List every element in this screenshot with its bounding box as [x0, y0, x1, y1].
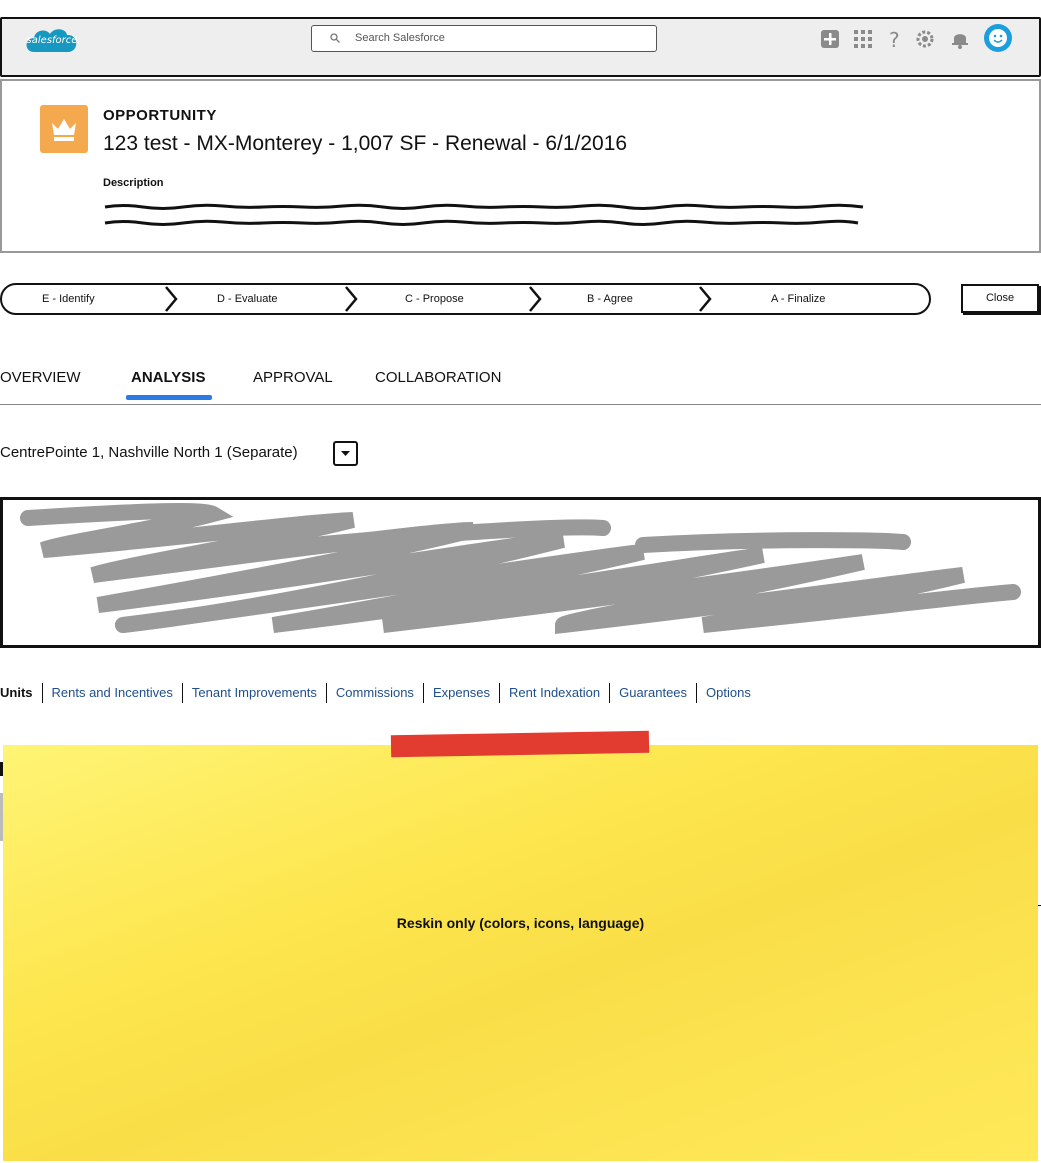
- notification-icon[interactable]: [949, 28, 971, 50]
- avatar-icon[interactable]: [983, 23, 1013, 53]
- sticky-note-tape: [390, 730, 650, 758]
- close-button[interactable]: Close: [961, 284, 1039, 313]
- analysis-subtabs: Units Rents and Incentives Tenant Improv…: [0, 683, 760, 703]
- subtab-expenses[interactable]: Expenses: [422, 683, 499, 703]
- chevron-down-icon: [341, 451, 350, 456]
- subtab-guarantees[interactable]: Guarantees: [609, 683, 696, 703]
- active-tab-indicator: [126, 395, 212, 400]
- tab-analysis[interactable]: ANALYSIS: [131, 369, 205, 386]
- subtab-commissions[interactable]: Commissions: [325, 683, 423, 703]
- search-placeholder: Search Salesforce: [355, 32, 445, 44]
- record-type: OPPORTUNITY: [103, 107, 217, 124]
- chevron-right-icon: [529, 286, 542, 312]
- path-stage-identify[interactable]: E - Identify: [42, 285, 95, 313]
- tab-approval[interactable]: APPROVAL: [253, 369, 333, 386]
- redacted-content-box: [0, 497, 1041, 648]
- path-stage-finalize[interactable]: A - Finalize: [771, 285, 825, 313]
- sticky-note: Reskin only (colors, icons, language): [3, 745, 1038, 1161]
- sales-path: E - Identify D - Evaluate C - Propose B …: [0, 283, 931, 315]
- subtab-rents-and-incentives[interactable]: Rents and Incentives: [41, 683, 182, 703]
- tabs-divider: [0, 404, 1041, 405]
- record-header: OPPORTUNITY 123 test - MX-Monterey - 1,0…: [0, 79, 1041, 253]
- search-icon: [330, 33, 340, 43]
- app-launcher-icon[interactable]: [852, 28, 874, 50]
- plus-icon[interactable]: [819, 28, 841, 50]
- property-dropdown-button[interactable]: [333, 441, 358, 466]
- crown-icon: [40, 105, 88, 153]
- help-icon[interactable]: ?: [884, 28, 906, 50]
- chevron-right-icon: [345, 286, 358, 312]
- subtab-rent-indexation[interactable]: Rent Indexation: [499, 683, 609, 703]
- tab-overview[interactable]: OVERVIEW: [0, 369, 81, 386]
- path-stage-evaluate[interactable]: D - Evaluate: [217, 285, 278, 313]
- chevron-right-icon: [699, 286, 712, 312]
- search-input[interactable]: Search Salesforce: [311, 25, 657, 52]
- property-selector-label: CentrePointe 1, Nashville North 1 (Separ…: [0, 444, 298, 461]
- settings-icon[interactable]: [914, 28, 936, 50]
- tab-collaboration[interactable]: COLLABORATION: [375, 369, 501, 386]
- description-label: Description: [103, 177, 164, 189]
- salesforce-logo[interactable]: salesforce: [22, 22, 82, 62]
- subtab-options[interactable]: Options: [696, 683, 760, 703]
- description-redacted-text: [104, 203, 864, 226]
- chevron-right-icon: [165, 286, 178, 312]
- global-header: salesforce Search Salesforce ?: [0, 17, 1041, 77]
- subtab-tenant-improvements[interactable]: Tenant Improvements: [181, 683, 326, 703]
- path-stage-propose[interactable]: C - Propose: [405, 285, 464, 313]
- subtab-units[interactable]: Units: [0, 683, 42, 703]
- svg-text:?: ?: [889, 28, 900, 50]
- record-title: 123 test - MX-Monterey - 1,007 SF - Rene…: [103, 132, 628, 155]
- logo-text: salesforce: [26, 35, 78, 46]
- scribble-placeholder: [20, 503, 1021, 635]
- path-stage-agree[interactable]: B - Agree: [587, 285, 633, 313]
- sticky-note-text: Reskin only (colors, icons, language): [396, 915, 645, 931]
